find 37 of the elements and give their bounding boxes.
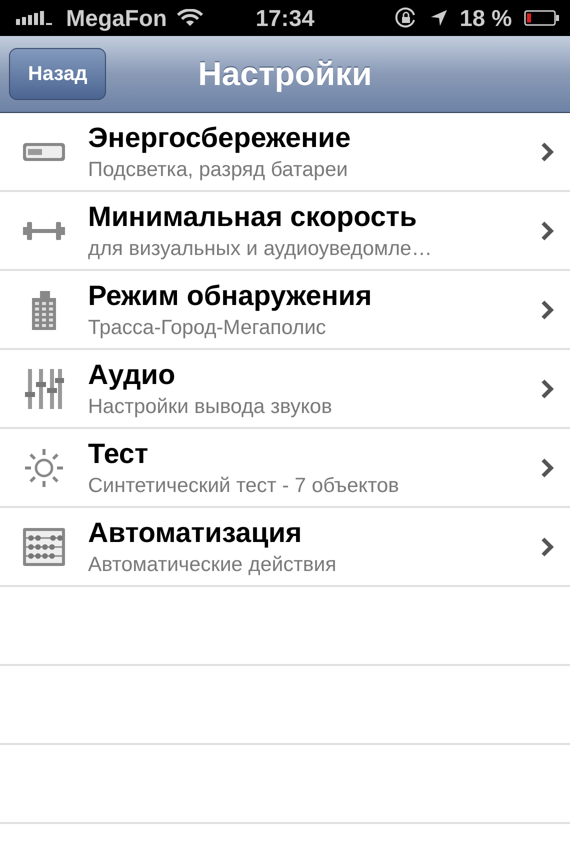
chevron-icon (540, 456, 554, 478)
settings-row[interactable]: Режим обнаружения Трасса-Город-Мегаполис (0, 271, 570, 350)
wifi-icon (176, 9, 203, 27)
row-title: Тест (88, 438, 150, 470)
equalizer-icon (24, 368, 64, 410)
battery-icon (22, 140, 66, 162)
clock-time: 17:34 (256, 4, 314, 32)
battery-percent: 18 % (460, 4, 512, 32)
row-subtitle: Синтетический тест - 7 объектов (88, 474, 400, 498)
chevron-icon (540, 140, 554, 162)
settings-row[interactable]: Автоматизация Автоматические действия (0, 508, 570, 587)
row-subtitle: Подсветка, разряд батареи (88, 158, 349, 182)
chevron-icon (540, 378, 554, 400)
back-button[interactable]: Назад (9, 48, 106, 100)
row-title: Минимальная скорость (88, 200, 418, 232)
settings-row[interactable]: Аудио Настройки вывода звуков (0, 350, 570, 429)
row-subtitle: Автоматические действия (88, 552, 338, 576)
chevron-icon (540, 536, 554, 558)
rotation-lock-icon (394, 6, 418, 30)
settings-row[interactable]: Энергосбережение Подсветка, разряд батареи (0, 113, 570, 192)
location-arrow-icon (430, 9, 448, 27)
battery-icon (524, 10, 560, 26)
dumbbell-icon (22, 220, 66, 242)
settings-row[interactable]: Минимальная скорость для визуальных и аудиоуведомле… (0, 192, 570, 271)
abacus-icon (22, 526, 66, 566)
row-subtitle: для визуальных и аудиоуведомле… (88, 236, 433, 260)
screen-title: Настройки (198, 55, 372, 93)
row-title: Автоматизация (88, 516, 303, 548)
row-title: Энергосбережение (88, 122, 352, 154)
row-title: Аудио (88, 358, 176, 390)
row-subtitle: Трасса-Город-Мегаполис (88, 316, 328, 340)
carrier-name: MegaFon (66, 4, 167, 32)
row-subtitle: Настройки вывода звуков (88, 394, 334, 418)
settings-row[interactable]: Тест Синтетический тест - 7 объектов (0, 429, 570, 508)
chevron-icon (540, 220, 554, 242)
chevron-icon (540, 298, 554, 320)
row-title: Режим обнаружения (88, 280, 373, 312)
